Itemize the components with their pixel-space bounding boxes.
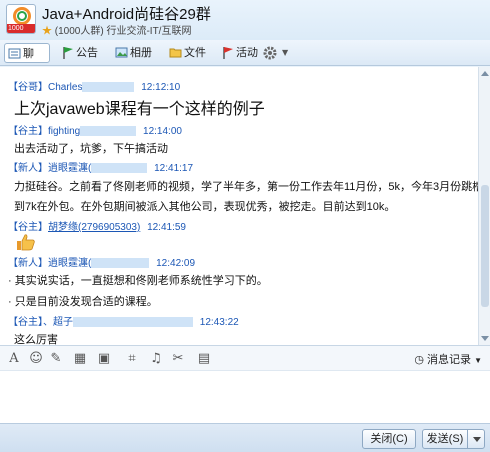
message-header: 【新人】逍眼霆瀍( 12:42:09 [8, 254, 195, 269]
message-time: 12:14:00 [143, 126, 182, 137]
tab-bar: 聊天 公告 相册 文件 活动 ▼ [0, 40, 490, 80]
message-header: 【谷主】胡梦缘(2796905303) 12:41:59 [8, 218, 186, 233]
message-line: 只是目前没发现合适的课程。 [14, 296, 158, 308]
member-tag: 【谷主】 [8, 126, 48, 137]
music-icon[interactable]: ♫ [148, 351, 164, 367]
group-size-badge: 1000 [7, 24, 35, 33]
logo-inner-ring-icon [17, 11, 27, 21]
chat-scrollbar[interactable] [478, 67, 490, 345]
tab-album-label: 相册 [130, 46, 152, 59]
message-header: 【谷主】、超子 12:43:22 [8, 313, 239, 328]
shake-icon[interactable]: ✎ [48, 351, 64, 367]
gif-icon[interactable]: ▦ [72, 351, 88, 367]
sender-name[interactable]: 逍眼霆瀍( [48, 163, 91, 174]
group-title[interactable]: Java+Android尚硅谷29群 [42, 3, 211, 24]
member-tag: 【谷哥】 [8, 82, 48, 93]
scroll-down-icon[interactable] [481, 336, 489, 341]
send-button[interactable]: 发送(S) [422, 429, 468, 449]
chevron-down-icon: ▼ [474, 356, 482, 365]
tab-activity-label: 活动 [236, 46, 258, 59]
group-avatar[interactable]: 1000 [6, 4, 36, 34]
message-text: · 其实说实话，一直挺想和佟刚老师系统性学习下的。 [8, 275, 268, 287]
message-header: 【谷哥】Charles 12:12:10 [8, 78, 180, 93]
image-icon[interactable]: ▣ [96, 351, 112, 367]
chevron-down-icon [473, 437, 481, 442]
message-list[interactable]: 【谷哥】Charles 12:12:10 上次javaweb课程有一个这样的例子… [0, 67, 478, 345]
emoji-icon[interactable]: ☺ [28, 351, 44, 367]
chevron-down-icon: ▼ [282, 48, 289, 57]
message-time: 12:43:22 [199, 317, 239, 328]
message-text: · 只是目前没发现合适的课程。 [8, 296, 158, 308]
message-text: 上次javaweb课程有一个这样的例子 [14, 101, 265, 118]
tab-files-label: 文件 [184, 46, 206, 59]
clock-icon: ◷ [414, 354, 424, 366]
message-input[interactable] [0, 371, 490, 423]
star-icon: ★ [42, 26, 52, 37]
bottom-bar: 关闭(C) 发送(S) [0, 423, 490, 452]
tab-files[interactable]: 文件 [166, 43, 206, 63]
scissors-icon[interactable]: ✂ [170, 351, 186, 367]
member-tag: 【新人】 [8, 258, 48, 269]
tab-announcement-label: 公告 [76, 46, 98, 59]
tab-chat[interactable]: 聊天 [4, 43, 50, 80]
message-header: 【新人】逍眼霆瀍( 12:41:17 [8, 159, 193, 174]
message-text: 这么厉害 [14, 334, 58, 345]
scroll-thumb[interactable] [481, 185, 489, 307]
scroll-up-icon[interactable] [481, 71, 489, 76]
member-tag: 【谷主】 [8, 317, 43, 328]
gear-icon [263, 46, 277, 60]
close-button[interactable]: 关闭(C) [362, 429, 416, 449]
redacted-block [80, 126, 137, 137]
redacted-block [91, 163, 148, 174]
sender-name[interactable]: 逍眼霆瀍( [48, 258, 91, 269]
message-history-label: 消息记录 [427, 354, 472, 366]
chat-icon [8, 48, 21, 59]
sender-name[interactable]: 胡梦缘(2796905303) [48, 222, 140, 233]
message-header: 【谷主】fighting 12:14:00 [8, 122, 182, 137]
redacted-block [73, 317, 193, 328]
input-toolbar: A ☺ ✎ ▦ ▣ ⌗ ♫ ✂ ▤ ◷ 消息记录 ▼ [0, 345, 490, 371]
chat-header: 1000 Java+Android尚硅谷29群 ★ (1000人群) 行业交流-… [0, 0, 490, 40]
message-time: 12:41:59 [147, 222, 186, 233]
message-text: 出去活动了，坑爹，下午搞活动 [14, 143, 168, 155]
more-icon[interactable]: ▤ [196, 351, 212, 367]
tab-album[interactable]: 相册 [112, 43, 152, 63]
screenshot-icon[interactable]: ⌗ [124, 351, 140, 367]
message-time: 12:42:09 [156, 258, 196, 269]
message-line: 其实说实话，一直挺想和佟刚老师系统性学习下的。 [14, 275, 268, 287]
font-icon[interactable]: A [6, 351, 22, 367]
folder-icon [169, 48, 182, 58]
message-text: 到7k在外包。在外包期间被派入其他公司，表现优秀，被挖走。目前达到10k。 [14, 201, 396, 213]
send-options-button[interactable] [467, 429, 485, 449]
thumbs-up-icon [17, 234, 35, 251]
tab-announcement[interactable]: 公告 [58, 43, 98, 63]
message-time: 12:41:17 [154, 163, 194, 174]
sender-name[interactable]: Charles [48, 82, 82, 93]
announcement-flag-icon [63, 47, 73, 59]
member-tag: 【谷主】 [8, 222, 48, 233]
redacted-block [82, 82, 135, 93]
sender-name[interactable]: 、超子 [43, 317, 73, 328]
group-subtitle-text: (1000人群) 行业交流-IT/互联网 [54, 26, 192, 37]
message-time: 12:12:10 [141, 82, 181, 93]
album-icon [115, 47, 128, 58]
message-text: 力挺硅谷。之前看了佟刚老师的视频，学了半年多，第一份工作去年11月份，5k，今年… [14, 181, 478, 193]
message-history-button[interactable]: ◷ 消息记录 ▼ [414, 351, 482, 367]
sender-name[interactable]: fighting [48, 126, 80, 137]
tab-activity[interactable]: 活动 [218, 43, 258, 63]
redacted-block [91, 258, 150, 269]
member-tag: 【新人】 [8, 163, 48, 174]
activity-flag-icon [223, 47, 233, 59]
group-subtitle: ★ (1000人群) 行业交流-IT/互联网 [42, 22, 191, 37]
